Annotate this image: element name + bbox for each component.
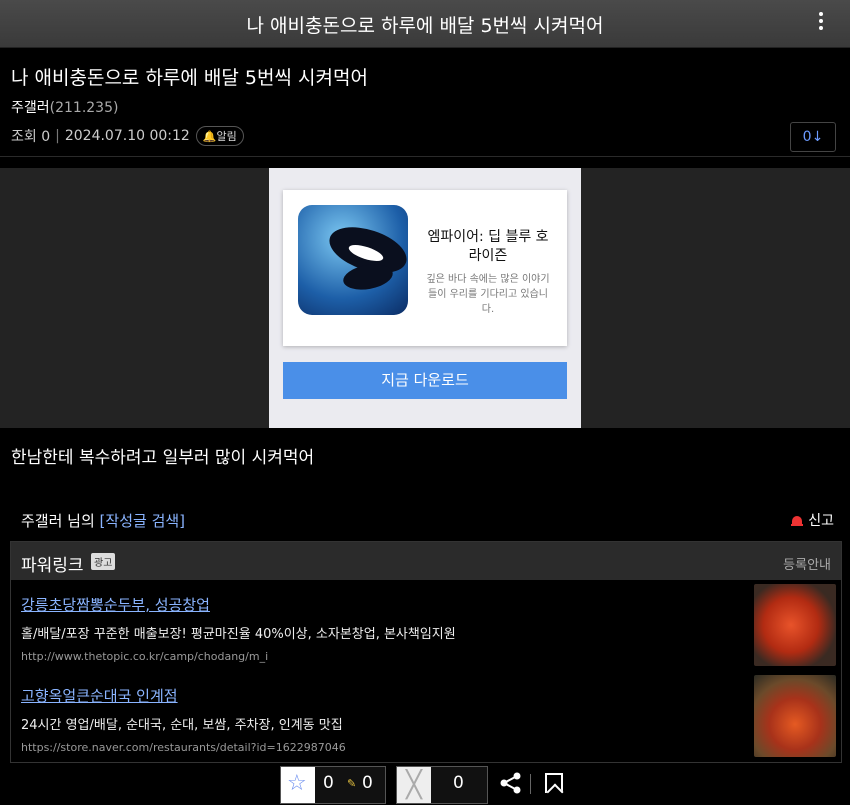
share-icon[interactable]	[500, 772, 522, 794]
download-button[interactable]: 지금 다운로드	[283, 362, 567, 399]
author-nickname[interactable]: 주갤러	[11, 100, 50, 116]
search-posts-link[interactable]: [작성글 검색]	[100, 512, 185, 530]
top-bar: 나 애비충돈으로 하루에 배달 5번씩 시켜먹어	[0, 0, 850, 48]
powerlink-title: 파워링크	[21, 556, 84, 576]
user-search-prefix: 주갤러 님의	[21, 512, 100, 530]
app-description: 깊은 바다 속에는 많은 이야기들이 우리를 기다리고 있습니다.	[426, 274, 550, 315]
app-ad[interactable]: 엠파이어: 딥 블루 호라이즌 깊은 바다 속에는 많은 이야기들이 우리를 기…	[269, 168, 581, 428]
post-author[interactable]: 주갤러(211.235)	[11, 97, 118, 117]
powerlink-headline[interactable]: 고향옥얼큰순대국 인계점	[21, 685, 831, 706]
report-button[interactable]: 신고	[791, 510, 834, 530]
post-title: 나 애비충돈으로 하루에 배달 5번씩 시켜먹어	[11, 67, 368, 89]
fix-recommend-count: 0	[362, 773, 373, 793]
x-icon: ╳	[397, 767, 431, 803]
post-body: 한남한테 복수하려고 일부러 많이 시켜먹어	[11, 448, 315, 468]
powerlink-item[interactable]: 고향옥얼큰순대국 인계점 24시간 영업/배달, 순대국, 순대, 보쌈, 주차…	[21, 685, 831, 754]
ad-badge: 광고	[91, 553, 116, 570]
register-info-link[interactable]: 등록안내	[783, 554, 831, 573]
recommend-button[interactable]: ☆ 0 ✎ 0	[280, 766, 386, 804]
siren-icon	[791, 514, 804, 526]
not-recommend-button[interactable]: ╳ 0	[396, 766, 488, 804]
app-icon[interactable]	[298, 205, 408, 315]
star-icon: ☆	[281, 767, 315, 803]
more-menu-icon[interactable]	[818, 12, 824, 34]
comment-count-button[interactable]: 0↓	[790, 122, 836, 152]
powerlink-thumbnail[interactable]	[754, 675, 836, 757]
app-ad-card[interactable]: 엠파이어: 딥 블루 호라이즌 깊은 바다 속에는 많은 이야기들이 우리를 기…	[283, 190, 567, 346]
author-ip: (211.235)	[49, 100, 119, 116]
divider	[0, 156, 850, 157]
report-label: 신고	[808, 513, 834, 529]
powerlink-desc: 24시간 영업/배달, 순대국, 순대, 보쌈, 주차장, 인계동 맛집	[21, 718, 343, 733]
not-recommend-count: 0	[453, 773, 464, 793]
powerlink-header: 파워링크 광고 등록안내	[11, 542, 841, 580]
powerlink-thumbnail[interactable]	[754, 584, 836, 666]
alarm-button[interactable]: 🔔알림	[195, 126, 244, 146]
powerlink-url[interactable]: https://store.naver.com/restaurants/deta…	[21, 741, 831, 754]
powerlink-item[interactable]: 강릉초당짬뽕순두부, 성공창업 홀/배달/포장 꾸준한 매출보장! 평균마진율 …	[21, 594, 831, 663]
powerlink-url[interactable]: http://www.thetopic.co.kr/camp/chodang/m…	[21, 650, 831, 663]
view-count: 조회 0	[11, 129, 51, 145]
bookmark-icon[interactable]	[545, 773, 563, 793]
post-date: 2024.07.10 00:12	[64, 128, 190, 144]
app-title[interactable]: 엠파이어: 딥 블루 호라이즌	[423, 228, 553, 266]
divider	[530, 774, 531, 794]
powerlink-box: 파워링크 광고 등록안내 강릉초당짬뽕순두부, 성공창업 홀/배달/포장 꾸준한…	[10, 541, 842, 763]
top-bar-title: 나 애비충돈으로 하루에 배달 5번씩 시켜먹어	[246, 15, 604, 37]
user-search: 주갤러 님의 [작성글 검색]	[21, 510, 185, 531]
recommend-count: 0	[323, 773, 334, 793]
post-meta: 조회 0 | 2024.07.10 00:12 🔔알림	[11, 126, 244, 146]
fix-recommend-icon: ✎	[347, 777, 357, 790]
powerlink-headline[interactable]: 강릉초당짬뽕순두부, 성공창업	[21, 594, 831, 615]
powerlink-desc: 홀/배달/포장 꾸준한 매출보장! 평균마진율 40%이상, 소자본창업, 본사…	[21, 627, 456, 642]
